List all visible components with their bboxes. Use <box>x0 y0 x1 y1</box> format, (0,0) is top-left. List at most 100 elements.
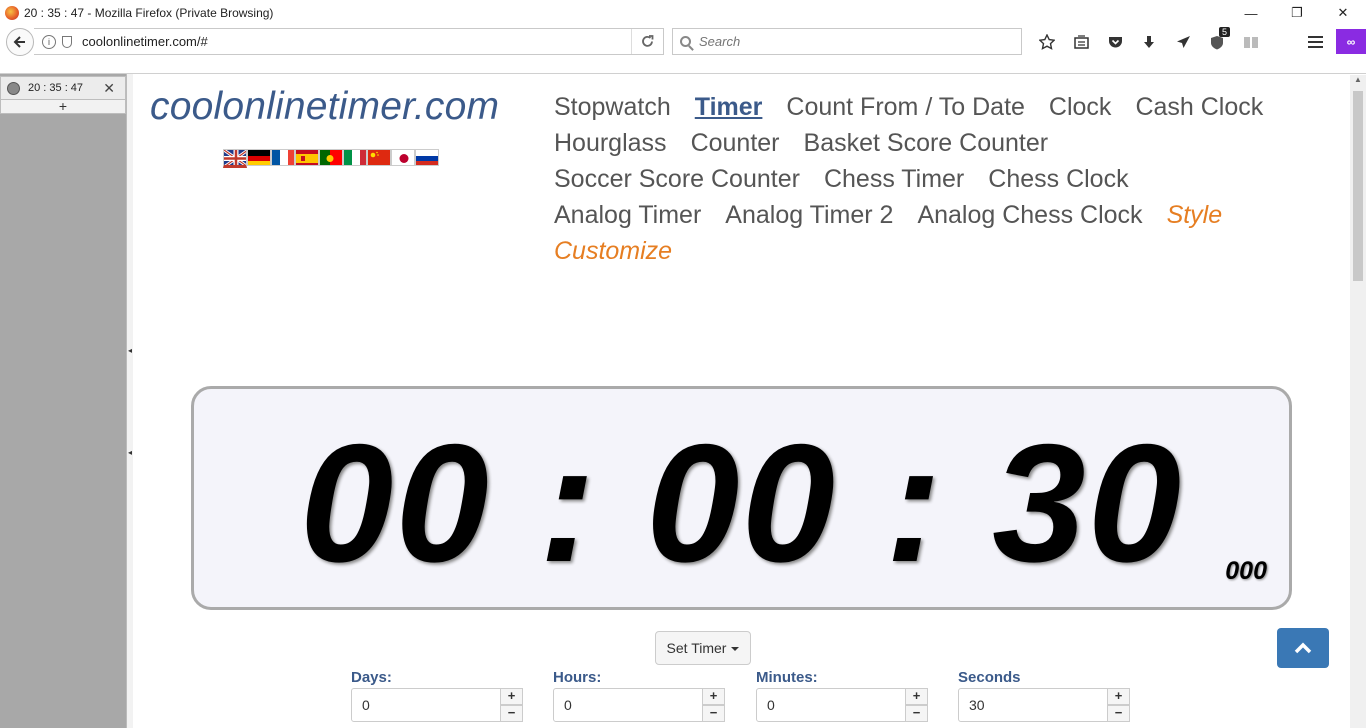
seconds-input[interactable] <box>958 688 1108 722</box>
site-info-icon[interactable]: i <box>42 34 56 49</box>
url-bar[interactable]: i coolonlinetimer.com/# <box>34 28 664 55</box>
paper-plane-icon <box>1176 36 1190 48</box>
search-icon <box>680 36 691 47</box>
flag-china-icon[interactable] <box>367 149 391 166</box>
new-tab-button[interactable]: + <box>0 99 126 114</box>
flag-france-icon[interactable] <box>271 149 295 166</box>
days-field: Days: + − <box>351 669 523 722</box>
minutes-label: Minutes: <box>756 669 818 686</box>
seconds-field: Seconds + − <box>958 669 1130 722</box>
site-logo[interactable]: coolonlinetimer.com <box>150 85 499 129</box>
sidebar-tab-title: 20 : 35 : 47 <box>28 82 84 94</box>
reload-icon <box>642 35 654 47</box>
menu-item-style[interactable]: Style <box>1167 197 1223 233</box>
downloads-button[interactable] <box>1132 26 1166 58</box>
hamburger-icon <box>1307 36 1323 48</box>
sidebar-resize-handle[interactable]: ◂ ◂ <box>126 74 133 728</box>
menu-item-timer[interactable]: Timer <box>695 89 763 125</box>
flag-spain-icon[interactable] <box>295 149 319 166</box>
send-tab-button[interactable] <box>1166 26 1200 58</box>
caret-down-icon <box>731 647 740 651</box>
minutes-increment-button[interactable]: + <box>906 688 928 705</box>
book-icon <box>1244 36 1258 48</box>
days-input[interactable] <box>351 688 501 722</box>
hours-field: Hours: + − <box>553 669 725 722</box>
firefox-logo-icon <box>5 6 19 20</box>
seconds-label: Seconds <box>958 669 1021 686</box>
scroll-to-top-button[interactable] <box>1277 628 1329 668</box>
menu-item-chess-clock[interactable]: Chess Clock <box>988 161 1128 197</box>
private-browsing-icon: ∞ <box>1336 29 1366 54</box>
hours-input[interactable] <box>553 688 703 722</box>
collapse-arrow-icon: ◂ <box>128 448 133 457</box>
menu-item-clock[interactable]: Clock <box>1049 89 1112 125</box>
menu-item-cash-clock[interactable]: Cash Clock <box>1135 89 1263 125</box>
tab-sidebar: 20 : 35 : 47 ✕ + ◂ ◂ <box>0 74 133 728</box>
navigation-toolbar: i coolonlinetimer.com/# 5 <box>0 26 1366 58</box>
minutes-input[interactable] <box>756 688 906 722</box>
menu-item-soccer-score-counter[interactable]: Soccer Score Counter <box>554 161 800 197</box>
flag-japan-icon[interactable] <box>391 149 415 166</box>
page-scrollbar[interactable]: ▲ <box>1350 75 1366 728</box>
sidebar-tab[interactable]: 20 : 35 : 47 ✕ <box>0 76 126 100</box>
menu-item-analog-chess-clock[interactable]: Analog Chess Clock <box>917 197 1142 233</box>
language-flags <box>223 149 439 168</box>
menu-item-hourglass[interactable]: Hourglass <box>554 125 667 161</box>
menu-item-analog-timer[interactable]: Analog Timer <box>554 197 701 233</box>
search-bar[interactable] <box>672 28 1022 55</box>
hours-increment-button[interactable]: + <box>703 688 725 705</box>
minutes-decrement-button[interactable]: − <box>906 705 928 722</box>
hamburger-menu-button[interactable] <box>1300 26 1330 58</box>
bookmark-star-button[interactable] <box>1030 26 1064 58</box>
restore-button[interactable]: ❐ <box>1274 0 1320 26</box>
back-button[interactable] <box>6 28 34 56</box>
menu-item-stopwatch[interactable]: Stopwatch <box>554 89 671 125</box>
download-arrow-icon <box>1144 35 1154 48</box>
menu-item-counter[interactable]: Counter <box>691 125 780 161</box>
window-title: 20 : 35 : 47 - Mozilla Firefox (Private … <box>24 6 274 20</box>
scroll-up-arrow-icon[interactable]: ▲ <box>1350 75 1366 89</box>
flag-portugal-icon[interactable] <box>319 149 343 166</box>
reading-list-button[interactable] <box>1064 26 1098 58</box>
timer-digits: 00 : 00 : 30 <box>299 409 1184 597</box>
menu-item-chess-timer[interactable]: Chess Timer <box>824 161 964 197</box>
main-menu: Stopwatch Timer Count From / To Date Clock C… <box>554 89 1314 269</box>
hours-decrement-button[interactable]: − <box>703 705 725 722</box>
reader-view-button[interactable] <box>1234 26 1268 58</box>
search-input[interactable] <box>699 34 999 49</box>
seconds-increment-button[interactable]: + <box>1108 688 1130 705</box>
flag-uk-icon[interactable] <box>223 149 247 168</box>
tracking-shield-icon[interactable] <box>62 35 72 48</box>
days-label: Days: <box>351 669 392 686</box>
menu-item-customize[interactable]: Customize <box>554 233 672 269</box>
window-titlebar: 20 : 35 : 47 - Mozilla Firefox (Private … <box>0 0 1366 26</box>
minimize-button[interactable]: — <box>1228 0 1274 26</box>
reload-button[interactable] <box>631 29 663 54</box>
arrow-left-icon <box>13 36 25 48</box>
chevron-up-icon <box>1294 642 1312 654</box>
toolbar-divider <box>0 58 1366 74</box>
hours-label: Hours: <box>553 669 602 686</box>
url-text[interactable]: coolonlinetimer.com/# <box>82 34 208 49</box>
flag-italy-icon[interactable] <box>343 149 367 166</box>
close-window-button[interactable]: ✕ <box>1320 0 1366 26</box>
pocket-icon <box>1108 37 1122 48</box>
pocket-button[interactable] <box>1098 26 1132 58</box>
flag-russia-icon[interactable] <box>415 149 439 166</box>
scrollbar-thumb[interactable] <box>1353 91 1363 281</box>
minutes-field: Minutes: + − <box>756 669 928 722</box>
days-increment-button[interactable]: + <box>501 688 523 705</box>
menu-item-count-from-to-date[interactable]: Count From / To Date <box>786 89 1025 125</box>
globe-icon <box>7 81 20 95</box>
seconds-decrement-button[interactable]: − <box>1108 705 1130 722</box>
extension-button[interactable]: 5 <box>1200 26 1234 58</box>
extension-count-badge: 5 <box>1218 27 1230 37</box>
days-decrement-button[interactable]: − <box>501 705 523 722</box>
set-timer-button[interactable]: Set Timer <box>655 631 751 665</box>
flag-germany-icon[interactable] <box>247 149 271 166</box>
menu-item-analog-timer-2[interactable]: Analog Timer 2 <box>725 197 893 233</box>
close-tab-icon[interactable]: ✕ <box>103 80 115 97</box>
timer-display-panel: 00 : 00 : 30 000 <box>191 386 1292 610</box>
menu-item-basket-score-counter[interactable]: Basket Score Counter <box>804 125 1049 161</box>
collapse-arrow-icon: ◂ <box>128 346 133 355</box>
